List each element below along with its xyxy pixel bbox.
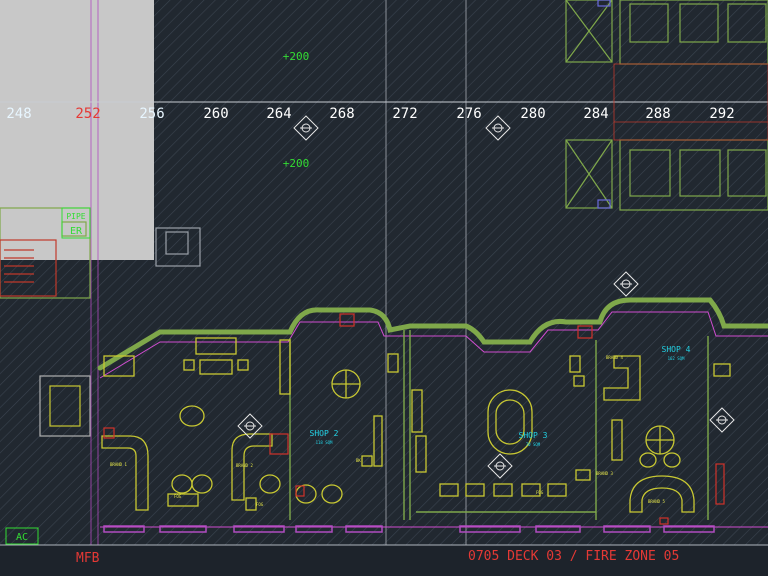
mfb-label: MFB [76, 551, 100, 566]
ruler-tick-260: 260 [203, 106, 228, 122]
small-tag-fog-3: FOG [536, 490, 544, 495]
brand-tag-2: BRAND 2 [236, 463, 253, 468]
cad-viewport[interactable]: 248 252 256 260 264 268 272 276 280 284 … [0, 0, 768, 576]
ruler-tick-288: 288 [645, 106, 670, 122]
small-tag-fog-1: FOG [174, 494, 182, 499]
ruler-tick-280: 280 [520, 106, 545, 122]
brand-tag-3: BRAND 3 [596, 471, 613, 476]
drawing-title: 0705 DECK 03 / FIRE ZONE 05 [468, 549, 679, 564]
ruler-tick-248: 248 [6, 106, 31, 122]
room-name-shop-4: SHOP 4 [662, 345, 691, 354]
ac-label: AC [16, 532, 28, 543]
ruler-tick-292: 292 [709, 106, 734, 122]
room-area-shop-4: 162 SQM [668, 356, 685, 361]
ruler-tick-272: 272 [392, 106, 417, 122]
ruler-tick-252: 252 [75, 106, 100, 122]
brand-tag-4: BRAND 4 [606, 355, 623, 360]
room-area-shop-3: 70 SQM [526, 442, 541, 447]
er-label: ER [70, 226, 83, 237]
level-mark-upper: +200 [283, 50, 310, 63]
pipe-label: PIPE [66, 212, 85, 221]
brand-tag-5: BRAND 5 [648, 499, 665, 504]
ruler-tick-284: 284 [583, 106, 608, 122]
room-name-shop-3: SHOP 3 [519, 431, 548, 440]
small-tag-fog-2: FOG [256, 502, 264, 507]
ruler-tick-256: 256 [139, 106, 164, 122]
room-area-shop-2: 118 SQM [316, 440, 333, 445]
level-mark-lower: +200 [283, 157, 310, 170]
small-tag-bk: BK [356, 458, 361, 463]
ruler-tick-264: 264 [266, 106, 291, 122]
room-name-shop-2: SHOP 2 [310, 429, 339, 438]
ruler-tick-268: 268 [329, 106, 354, 122]
brand-tag-1: BRAND 1 [110, 462, 127, 467]
ruler-tick-276: 276 [456, 106, 481, 122]
